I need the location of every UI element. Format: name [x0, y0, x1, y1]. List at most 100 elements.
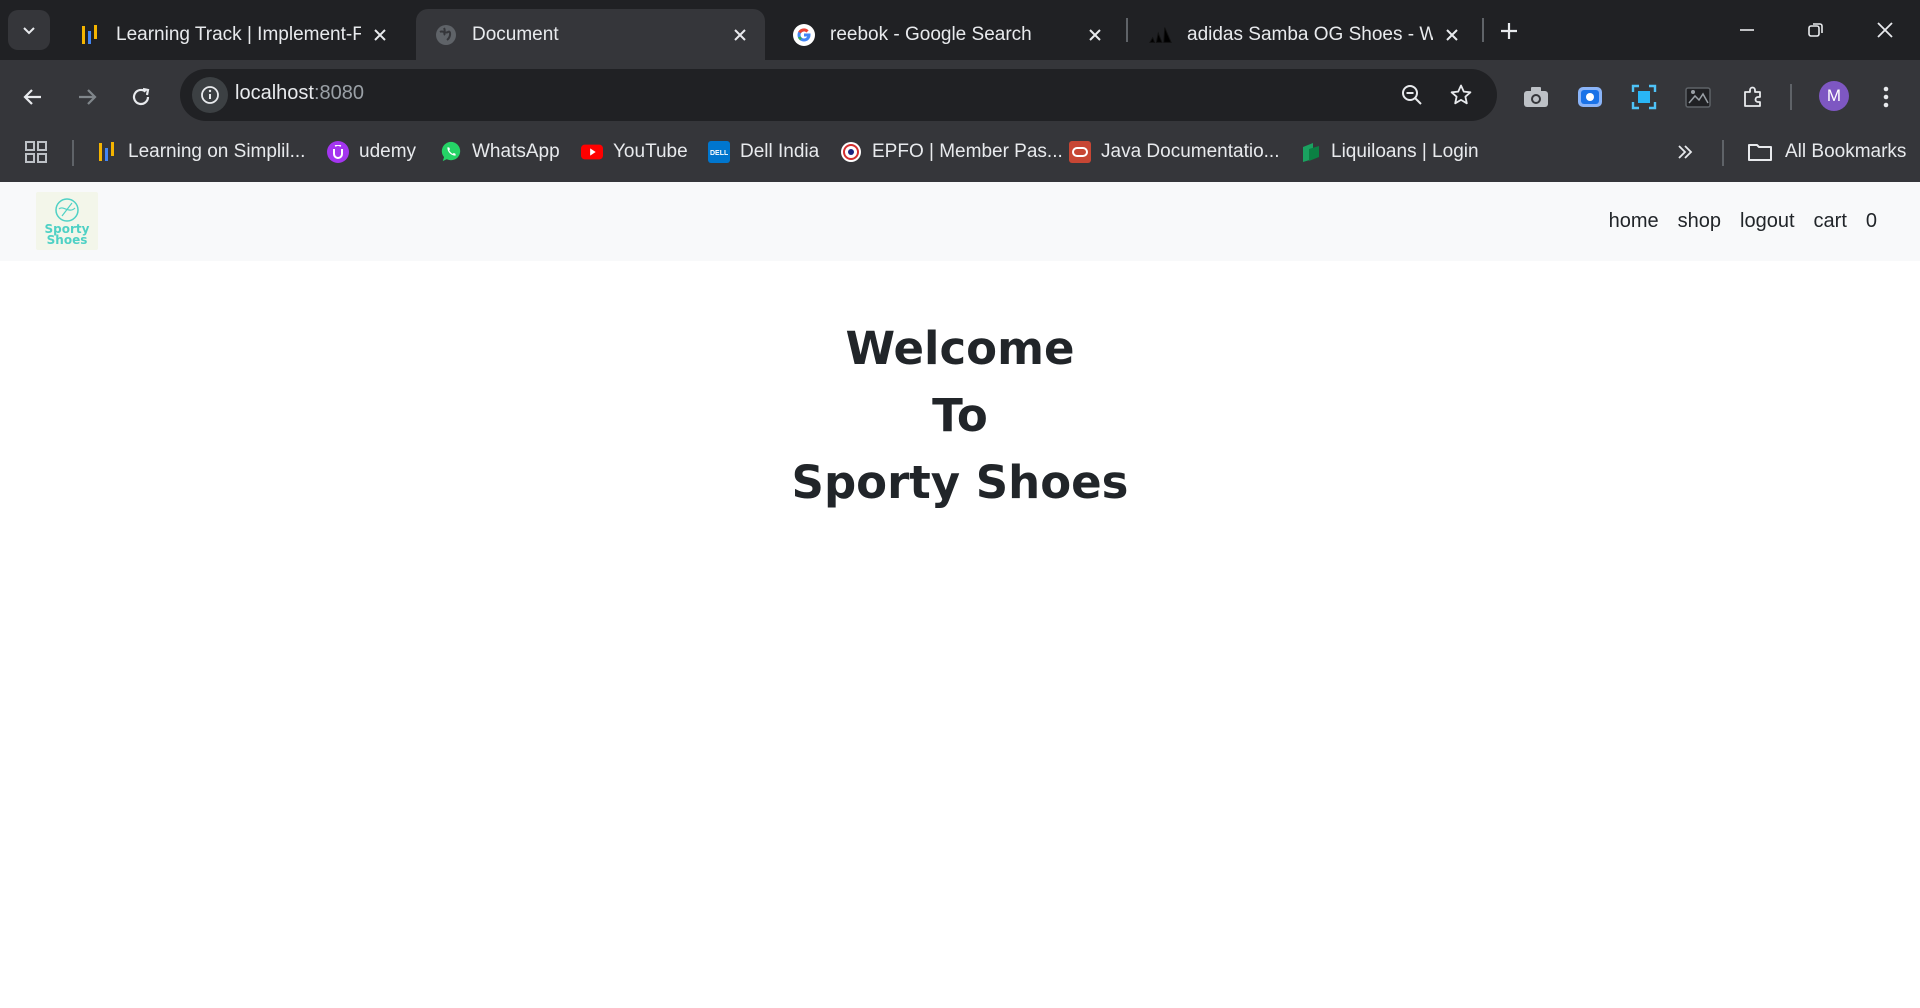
youtube-icon: [581, 141, 603, 163]
apps-grid-icon: [25, 141, 47, 163]
chevron-double-right-icon: [1678, 145, 1693, 159]
tab-title: Document: [472, 23, 559, 45]
star-icon: [1450, 84, 1472, 105]
minimize-icon: [1740, 29, 1754, 31]
simplilearn-icon: [96, 141, 118, 163]
all-bookmarks-label: All Bookmarks: [1785, 141, 1907, 162]
arrow-right-icon: [79, 89, 97, 105]
screen-recorder-extension-button[interactable]: [1572, 79, 1608, 115]
welcome-line: Welcome: [845, 322, 1075, 375]
bookmark-label: Liquiloans | Login: [1331, 141, 1479, 162]
bookmark-epfo[interactable]: EPFO | Member Pas...: [840, 135, 1063, 169]
gallery-extension-button[interactable]: [1680, 79, 1716, 115]
minimize-button[interactable]: [1727, 10, 1767, 50]
epfo-icon: [840, 141, 862, 163]
google-icon: [792, 23, 816, 47]
zoom-button[interactable]: [1396, 79, 1428, 111]
info-icon: [201, 86, 219, 104]
tab-separator: [1126, 18, 1128, 42]
site-nav-links: home shop logout cart 0: [1590, 210, 1877, 233]
profile-avatar[interactable]: M: [1819, 81, 1849, 111]
capture-extension-button[interactable]: [1626, 79, 1662, 115]
camera-icon: [1524, 87, 1548, 107]
new-tab-button[interactable]: [1492, 14, 1526, 48]
tab-learning-track[interactable]: Learning Track | Implement-Fran: [60, 9, 405, 60]
close-window-button[interactable]: [1865, 10, 1905, 50]
reload-icon: [132, 87, 150, 106]
welcome-line: Sporty Shoes: [791, 456, 1129, 509]
url-text[interactable]: localhost:8080: [235, 82, 364, 105]
more-bookmarks-button[interactable]: [1676, 135, 1694, 169]
sporty-shoes-logo: Sporty Shoes: [45, 198, 90, 247]
reload-button[interactable]: [123, 79, 159, 115]
all-bookmarks-button[interactable]: All Bookmarks: [1747, 135, 1906, 169]
bookmark-udemy[interactable]: udemy: [327, 135, 416, 169]
whatsapp-icon: [440, 141, 462, 163]
liquiloans-icon: [1299, 141, 1321, 163]
bookmark-star-button[interactable]: [1445, 79, 1477, 111]
extensions-button[interactable]: [1735, 79, 1771, 115]
chevron-down-icon: [23, 27, 35, 35]
tab-title: adidas Samba OG Shoes - White: [1187, 23, 1433, 45]
site-logo[interactable]: Sporty Shoes: [36, 192, 98, 250]
bookmark-label: YouTube: [613, 141, 688, 162]
bookmark-label: Java Documentatio...: [1101, 141, 1280, 162]
bookmarks-separator: [72, 140, 74, 166]
tab-title: Learning Track | Implement-Fran: [116, 23, 361, 45]
capture-icon: [1631, 84, 1657, 110]
bookmark-youtube[interactable]: YouTube: [581, 135, 688, 169]
tab-adidas-samba[interactable]: adidas Samba OG Shoes - White: [1131, 9, 1477, 60]
svg-text:Shoes: Shoes: [47, 233, 88, 247]
plus-icon: [1501, 23, 1517, 39]
zoom-out-icon: [1402, 85, 1422, 105]
nav-cart-link[interactable]: cart: [1814, 210, 1847, 233]
restore-button[interactable]: [1796, 10, 1836, 50]
nav-logout-link[interactable]: logout: [1740, 210, 1795, 233]
cart-count[interactable]: 0: [1866, 210, 1877, 233]
url-host: localhost: [235, 82, 314, 104]
close-icon: [1877, 22, 1893, 38]
close-icon[interactable]: [729, 24, 751, 46]
tab-reebok-search[interactable]: reebok - Google Search: [774, 9, 1120, 60]
svg-text:DELL: DELL: [710, 150, 728, 156]
bookmark-liquiloans[interactable]: Liquiloans | Login: [1299, 135, 1479, 169]
nav-home-link[interactable]: home: [1609, 210, 1659, 233]
site-navbar: Sporty Shoes home shop logout cart 0: [0, 182, 1920, 261]
screenshot-extension-button[interactable]: [1518, 79, 1554, 115]
tab-separator: [1482, 18, 1484, 42]
close-icon[interactable]: [1441, 24, 1463, 46]
tab-search-button[interactable]: [8, 10, 50, 50]
bookmark-label: udemy: [359, 141, 417, 162]
bookmark-label: WhatsApp: [472, 141, 560, 162]
back-button[interactable]: [15, 79, 51, 115]
welcome-line: To: [932, 389, 988, 442]
oracle-icon: [1069, 141, 1091, 163]
arrow-left-icon: [23, 89, 41, 105]
adidas-icon: [1149, 23, 1173, 47]
simplilearn-icon: [78, 23, 102, 47]
browser-menu-button[interactable]: [1868, 79, 1904, 115]
tab-title: reebok - Google Search: [830, 23, 1032, 45]
browser-toolbar: localhost:8080 M Learning on Simplil...: [0, 60, 1920, 190]
bookmark-simplilearn[interactable]: Learning on Simplil...: [96, 135, 305, 169]
nav-shop-link[interactable]: shop: [1678, 210, 1721, 233]
image-icon: [1685, 87, 1711, 108]
bookmark-dell[interactable]: DELL Dell India: [708, 135, 819, 169]
bookmark-whatsapp[interactable]: WhatsApp: [440, 135, 560, 169]
puzzle-icon: [1744, 86, 1761, 107]
url-port: :8080: [313, 82, 364, 104]
apps-button[interactable]: [25, 135, 47, 169]
address-bar[interactable]: localhost:8080: [180, 69, 1497, 121]
restore-icon: [1808, 23, 1823, 37]
tab-document[interactable]: Document: [416, 9, 765, 60]
bookmarks-separator: [1722, 140, 1724, 166]
close-icon[interactable]: [369, 24, 391, 46]
globe-icon: [434, 23, 458, 47]
close-icon[interactable]: [1084, 24, 1106, 46]
forward-button[interactable]: [69, 79, 105, 115]
site-info-button[interactable]: [192, 77, 228, 113]
toolbar-separator: [1790, 84, 1792, 110]
welcome-heading: Welcome To Sporty Shoes: [0, 315, 1920, 516]
dell-icon: DELL: [708, 141, 730, 163]
bookmark-java-docs[interactable]: Java Documentatio...: [1069, 135, 1279, 169]
